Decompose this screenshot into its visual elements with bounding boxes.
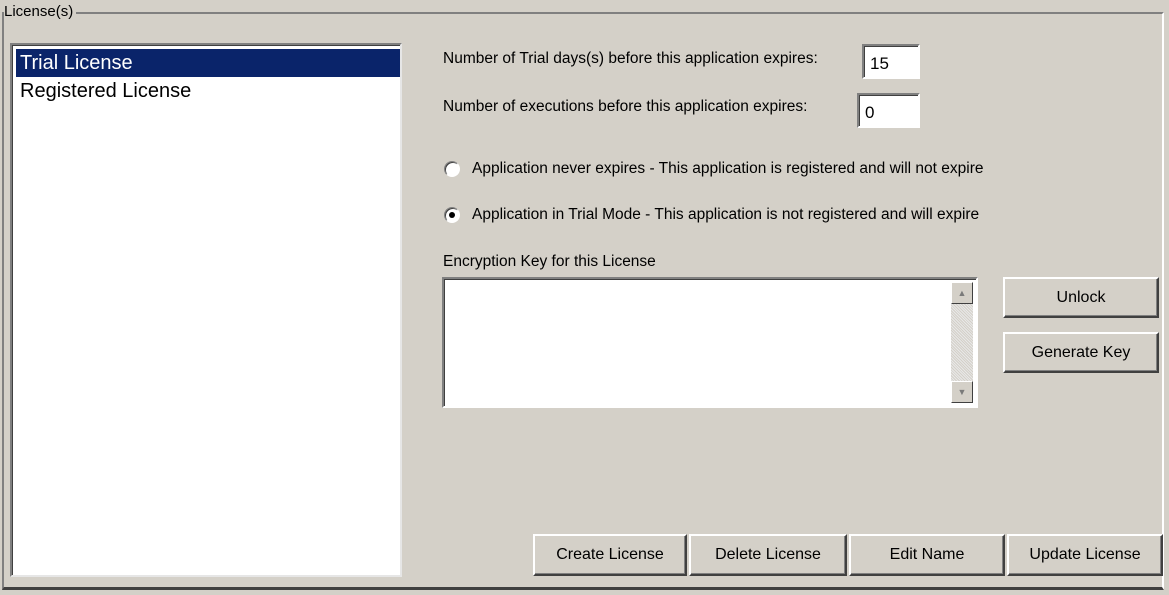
- unlock-button[interactable]: Unlock: [1003, 277, 1159, 318]
- encryption-key-label: Encryption Key for this License: [443, 253, 656, 270]
- trial-days-input[interactable]: [862, 44, 920, 79]
- list-item-trial-license[interactable]: Trial License: [16, 49, 400, 77]
- delete-license-button[interactable]: Delete License: [689, 534, 847, 576]
- executions-label: Number of executions before this applica…: [443, 98, 808, 115]
- encryption-key-scrollbar[interactable]: ▲ ▼: [951, 282, 973, 403]
- never-expires-label: Application never expires - This applica…: [472, 160, 984, 177]
- trial-mode-label: Application in Trial Mode - This applica…: [472, 206, 980, 223]
- license-listbox[interactable]: Trial License Registered License: [10, 43, 402, 577]
- never-expires-option[interactable]: Application never expires - This applica…: [444, 159, 983, 179]
- create-license-button[interactable]: Create License: [533, 534, 687, 576]
- executions-input[interactable]: [857, 93, 920, 128]
- trial-mode-option[interactable]: Application in Trial Mode - This applica…: [444, 205, 979, 225]
- list-item-registered-license[interactable]: Registered License: [16, 77, 400, 105]
- generate-key-button[interactable]: Generate Key: [1003, 332, 1159, 373]
- update-license-button[interactable]: Update License: [1007, 534, 1163, 576]
- licenses-group-title: License(s): [4, 3, 77, 21]
- scroll-down-arrow-icon[interactable]: ▼: [951, 381, 973, 403]
- scroll-up-arrow-icon[interactable]: ▲: [951, 282, 973, 304]
- encryption-key-text[interactable]: [448, 283, 946, 402]
- trial-days-label: Number of Trial days(s) before this appl…: [443, 50, 818, 67]
- never-expires-radio[interactable]: [444, 161, 460, 177]
- trial-mode-radio[interactable]: [444, 207, 460, 223]
- edit-name-button[interactable]: Edit Name: [849, 534, 1005, 576]
- encryption-key-textarea[interactable]: ▲ ▼: [442, 277, 978, 408]
